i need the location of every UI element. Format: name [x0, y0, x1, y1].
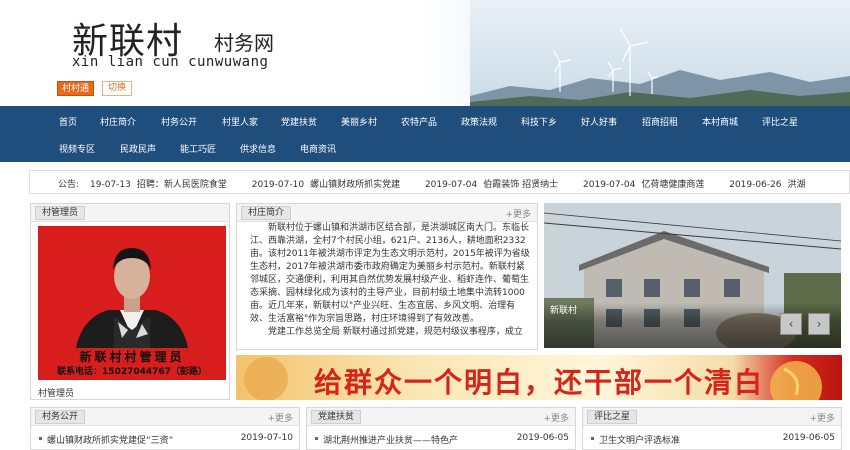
nav-item-investment[interactable]: 招商招租	[642, 115, 678, 128]
slider-prev-button[interactable]: ‹	[780, 313, 802, 335]
notice-bar: 公告: 19-07-13 招聘：新人民医院食堂 2019-07-10 螺山镇财政所抓…	[29, 170, 850, 194]
village-photo-slider: 新联村 ‹ ›	[544, 203, 841, 348]
stars-panel: 评比之星 +更多 卫生文明户评选标准 2019-06-05	[582, 407, 842, 450]
nav-item-beautiful-village[interactable]: 美丽乡村	[341, 115, 377, 128]
main-nav: 首页 村庄简介 村务公开 村里人家 党建扶贫 美丽乡村 农特产品 政策法规 科技…	[0, 106, 850, 162]
affairs-panel: 村务公开 +更多 螺山镇财政所抓实党建促“三资” 2019-07-10	[30, 407, 300, 450]
nav-item-farm-products[interactable]: 农特产品	[401, 115, 437, 128]
cct-link-button[interactable]: 村村通	[57, 81, 95, 96]
nav-item-home[interactable]: 首页	[59, 115, 77, 128]
list-item[interactable]: 螺山镇财政所抓实党建促“三资” 2019-07-10	[37, 433, 293, 446]
notice-item[interactable]: 2019-07-04 亿荷塘健康商莲	[583, 177, 704, 190]
slider-caption: 新联村	[550, 306, 578, 316]
list-item[interactable]: 湖北荆州推进产业扶贫——特色产 2019-06-05	[313, 433, 569, 446]
nav-item-good-deeds[interactable]: 好人好事	[581, 115, 617, 128]
nav-item-craftsmen[interactable]: 能工巧匠	[180, 142, 216, 155]
manager-panel-title: 村管理员	[35, 206, 86, 220]
switch-button[interactable]: 切换	[102, 81, 133, 96]
nav-item-village-affairs[interactable]: 村务公开	[161, 115, 197, 128]
notice-ticker: 19-07-13 招聘：新人民医院食堂 2019-07-10 螺山镇财政所抓实党建 …	[90, 177, 850, 190]
list-item[interactable]: 卫生文明户评选标准 2019-06-05	[589, 433, 835, 446]
manager-caption-name: 新联村村管理员	[79, 350, 185, 364]
notice-item[interactable]: 19-07-13 招聘：新人民医院食堂	[90, 177, 227, 190]
nav-item-policies[interactable]: 政策法规	[461, 115, 497, 128]
nav-item-videos[interactable]: 视频专区	[59, 142, 95, 155]
party-more-link[interactable]: +更多	[543, 411, 569, 424]
site-logo-suffix: 村务网	[214, 31, 274, 55]
intro-more-link[interactable]: +更多	[505, 207, 531, 220]
notice-item[interactable]: 2019-06-26 洪湖	[729, 177, 805, 190]
wind-turbine-landscape	[470, 27, 850, 106]
banner-slogan: 给群众一个明白，还干部一个清白	[314, 366, 765, 399]
notice-item[interactable]: 2019-07-04 伯霞装饰 招贤纳士	[425, 177, 558, 190]
stars-panel-title: 评比之星	[587, 410, 638, 424]
site-header: 新联村 村务网 xin lian cun cunwuwang 村村通 切换	[0, 0, 850, 106]
nav-item-party-poverty[interactable]: 党建扶贫	[281, 115, 317, 128]
notice-label: 公告:	[58, 180, 80, 190]
site-logo-pinyin: xin lian cun cunwuwang	[72, 54, 269, 70]
nav-item-stars[interactable]: 评比之星	[762, 115, 798, 128]
notice-item[interactable]: 2019-07-10 螺山镇财政所抓实党建	[252, 177, 400, 190]
affairs-more-link[interactable]: +更多	[267, 411, 293, 424]
manager-label: 村管理员	[38, 389, 75, 399]
affairs-panel-title: 村务公开	[35, 410, 86, 424]
nav-item-tech[interactable]: 科技下乡	[521, 115, 557, 128]
nav-item-ecommerce[interactable]: 电商资讯	[300, 142, 336, 155]
nav-item-village-mall[interactable]: 本村商城	[702, 115, 738, 128]
party-panel: 党建扶贫 +更多 湖北荆州推进产业扶贫——特色产 2019-06-05	[306, 407, 576, 450]
stars-more-link[interactable]: +更多	[809, 411, 835, 424]
nav-item-village-intro[interactable]: 村庄简介	[100, 115, 136, 128]
slogan-banner[interactable]: 给群众一个明白，还干部一个清白	[236, 355, 842, 400]
nav-item-households[interactable]: 村里人家	[222, 115, 258, 128]
slider-next-button[interactable]: ›	[808, 313, 830, 335]
manager-caption-phone: 联系电话：15027044767（彭路）	[57, 367, 207, 377]
nav-item-civil-voice[interactable]: 民政民声	[120, 142, 156, 155]
manager-photo: 新联村村管理员 联系电话：15027044767（彭路）	[38, 226, 226, 380]
nav-item-supply-demand[interactable]: 供求信息	[240, 142, 276, 155]
intro-text: 新联村位于螺山镇和洪湖市区结合部，是洪湖城区南大门。东临长江、西靠洪湖，全村7个…	[250, 223, 530, 337]
party-panel-title: 党建扶贫	[311, 410, 362, 424]
intro-panel-title: 村庄简介	[241, 206, 292, 220]
